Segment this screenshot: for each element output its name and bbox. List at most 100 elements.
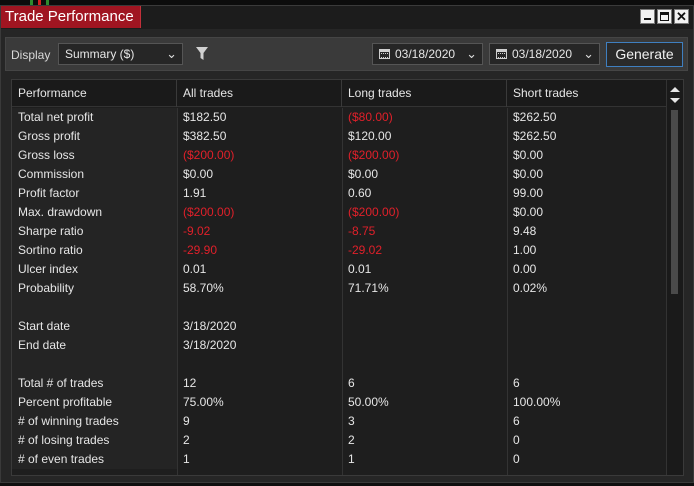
all-trades-value: 2: [183, 433, 190, 447]
long-trades-value: [342, 317, 507, 336]
long-trades-value: 2: [348, 433, 355, 447]
table-row[interactable]: Gross loss ($200.00) ($200.00) $0.00: [12, 146, 667, 165]
all-trades-value: 3/18/2020: [183, 338, 237, 352]
generate-button[interactable]: Generate: [606, 42, 683, 67]
long-trades-value: 0.01: [348, 262, 372, 276]
short-trades-value: 6: [513, 376, 520, 390]
all-trades-value: 75.00%: [183, 395, 224, 409]
long-trades-value: [342, 298, 507, 317]
grid-rows: Total net profit $182.50 ($80.00) $262.50 Gr…: [12, 108, 667, 469]
short-trades-value: 0.00: [513, 262, 537, 276]
table-row[interactable]: End date 3/18/2020: [12, 336, 667, 355]
all-trades-value: $0.00: [183, 167, 214, 181]
trade-performance-window: Trade Performance ✕ Display Summary ($) …: [0, 5, 694, 483]
performance-grid: Performance All trades Long trades Short…: [11, 79, 684, 476]
header-short-trades[interactable]: Short trades: [507, 80, 667, 107]
short-trades-value: $262.50: [513, 110, 557, 124]
table-row[interactable]: Sharpe ratio -9.02 -8.75 9.48: [12, 222, 667, 241]
close-button[interactable]: ✕: [674, 9, 689, 24]
long-trades-value: 1: [348, 452, 355, 466]
calendar-icon: [379, 49, 390, 59]
maximize-button[interactable]: [657, 9, 672, 24]
display-select[interactable]: Summary ($) ⌄: [58, 43, 183, 65]
table-row[interactable]: [12, 355, 667, 374]
row-label: End date: [12, 336, 177, 355]
long-trades-value: -29.02: [348, 243, 383, 257]
row-label: Commission: [12, 165, 177, 184]
header-all-trades[interactable]: All trades: [177, 80, 342, 107]
long-trades-value: $120.00: [348, 129, 392, 143]
long-trades-value: [342, 355, 507, 374]
long-trades-value: 6: [348, 376, 355, 390]
row-label: Profit factor: [12, 184, 177, 203]
short-trades-value: [507, 355, 667, 374]
table-row[interactable]: Gross profit $382.50 $120.00 $262.50: [12, 127, 667, 146]
vertical-scrollbar[interactable]: [666, 80, 683, 475]
end-date-picker[interactable]: 03/18/2020 ⌄: [489, 43, 600, 65]
table-row[interactable]: # of even trades 1 1 0: [12, 450, 667, 469]
scroll-down-icon[interactable]: [670, 98, 680, 103]
chevron-down-icon: ⌄: [583, 46, 594, 61]
row-label: Probability: [12, 279, 177, 298]
table-row[interactable]: Percent profitable 75.00% 50.00% 100.00%: [12, 393, 667, 412]
all-trades-value: -9.02: [183, 224, 211, 238]
table-row[interactable]: Start date 3/18/2020: [12, 317, 667, 336]
all-trades-value: [177, 298, 342, 317]
row-label: Gross profit: [12, 127, 177, 146]
title-bar[interactable]: Trade Performance ✕: [1, 6, 693, 29]
row-label: [12, 298, 177, 317]
short-trades-value: 9.48: [513, 224, 537, 238]
table-row[interactable]: # of losing trades 2 2 0: [12, 431, 667, 450]
table-row[interactable]: # of winning trades 9 3 6: [12, 412, 667, 431]
table-row[interactable]: Max. drawdown ($200.00) ($200.00) $0.00: [12, 203, 667, 222]
all-trades-value: ($200.00): [183, 205, 235, 219]
table-row[interactable]: Sortino ratio -29.90 -29.02 1.00: [12, 241, 667, 260]
short-trades-value: $0.00: [513, 167, 544, 181]
row-label: # of even trades: [12, 450, 177, 469]
short-trades-value: 6: [513, 414, 520, 428]
long-trades-value: [342, 336, 507, 355]
toolbar: Display Summary ($) ⌄ 03/18/2020 ⌄ 03/18…: [5, 37, 688, 71]
short-trades-value: [507, 336, 667, 355]
all-trades-value: 1.91: [183, 186, 207, 200]
table-row[interactable]: Commission $0.00 $0.00 $0.00: [12, 165, 667, 184]
table-row[interactable]: Total net profit $182.50 ($80.00) $262.50: [12, 108, 667, 127]
filter-icon[interactable]: [196, 47, 208, 61]
row-label: # of winning trades: [12, 412, 177, 431]
long-trades-value: 3: [348, 414, 355, 428]
long-trades-value: 50.00%: [348, 395, 389, 409]
row-label: Max. drawdown: [12, 203, 177, 222]
short-trades-value: 0: [513, 433, 520, 447]
table-row[interactable]: Probability 58.70% 71.71% 0.02%: [12, 279, 667, 298]
short-trades-value: [507, 298, 667, 317]
row-label: Sortino ratio: [12, 241, 177, 260]
short-trades-value: $0.00: [513, 148, 544, 162]
chevron-down-icon: ⌄: [166, 46, 177, 61]
table-row[interactable]: Ulcer index 0.01 0.01 0.00: [12, 260, 667, 279]
row-label: Gross loss: [12, 146, 177, 165]
all-trades-value: ($200.00): [183, 148, 235, 162]
row-label: # of losing trades: [12, 431, 177, 450]
short-trades-value: 0.02%: [513, 281, 548, 295]
row-label: Sharpe ratio: [12, 222, 177, 241]
start-date-picker[interactable]: 03/18/2020 ⌄: [372, 43, 483, 65]
minimize-button[interactable]: [640, 9, 655, 24]
all-trades-value: $382.50: [183, 129, 227, 143]
header-performance[interactable]: Performance: [12, 80, 177, 107]
short-trades-value: 99.00: [513, 186, 544, 200]
scrollbar-thumb[interactable]: [671, 110, 678, 294]
short-trades-value: $262.50: [513, 129, 557, 143]
header-long-trades[interactable]: Long trades: [342, 80, 507, 107]
scroll-up-icon[interactable]: [670, 87, 680, 92]
window-controls: ✕: [640, 9, 689, 24]
table-row[interactable]: Total # of trades 12 6 6: [12, 374, 667, 393]
short-trades-value: [507, 317, 667, 336]
short-trades-value: $0.00: [513, 205, 544, 219]
row-label: Total # of trades: [12, 374, 177, 393]
table-row[interactable]: Profit factor 1.91 0.60 99.00: [12, 184, 667, 203]
all-trades-value: 0.01: [183, 262, 207, 276]
window-title: Trade Performance: [1, 6, 141, 28]
grid-header: Performance All trades Long trades Short…: [12, 80, 667, 107]
table-row[interactable]: [12, 298, 667, 317]
long-trades-value: ($200.00): [348, 205, 400, 219]
